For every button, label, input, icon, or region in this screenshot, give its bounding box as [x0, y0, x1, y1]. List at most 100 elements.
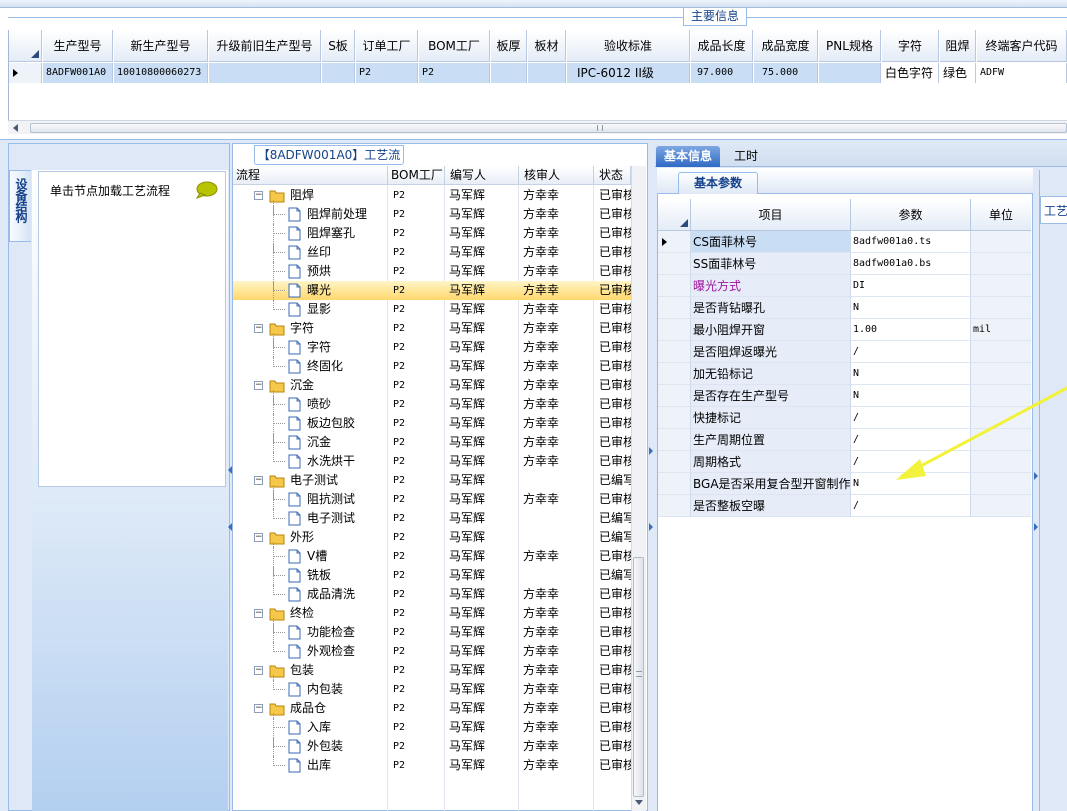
- tree-row[interactable]: 成品清洗 P2 马军辉 方幸幸 已审核: [233, 585, 631, 604]
- collapse-node-icon[interactable]: −: [254, 704, 263, 713]
- vscroll-thumb[interactable]: [633, 557, 644, 797]
- param-row-indicator[interactable]: [658, 253, 691, 275]
- col-header[interactable]: 字符: [882, 30, 939, 62]
- cell-solder-mask[interactable]: 绿色: [940, 63, 976, 83]
- tree-row[interactable]: 阻焊前处理 P2 马军辉 方幸幸 已审核: [233, 205, 631, 224]
- tree-group-row[interactable]: − 字符 P2 马军辉 方幸幸 已审核: [233, 319, 631, 338]
- collapse-node-icon[interactable]: −: [254, 381, 263, 390]
- param-row-indicator[interactable]: [658, 363, 691, 385]
- param-item[interactable]: BGA是否采用复合型开窗制作: [691, 473, 851, 495]
- col-header[interactable]: 验收标准: [567, 30, 690, 62]
- cell-order-factory[interactable]: P2: [356, 63, 418, 83]
- param-value[interactable]: /: [851, 495, 971, 517]
- col-header-bom[interactable]: BOM工厂: [388, 166, 445, 185]
- hscroll-thumb[interactable]: [30, 123, 1067, 133]
- param-value[interactable]: /: [851, 341, 971, 363]
- param-item[interactable]: 是否存在生产型号: [691, 385, 851, 407]
- param-item[interactable]: SS面菲林号: [691, 253, 851, 275]
- param-value[interactable]: N: [851, 297, 971, 319]
- col-header[interactable]: 订单工厂: [356, 30, 418, 62]
- cell-old-model[interactable]: [209, 63, 321, 83]
- col-header[interactable]: 成品长度: [691, 30, 753, 62]
- scroll-down-icon[interactable]: [635, 798, 643, 806]
- cell-s-board[interactable]: [322, 63, 355, 83]
- param-row-indicator[interactable]: [658, 275, 691, 297]
- col-header[interactable]: 阻焊: [940, 30, 976, 62]
- col-header-reviewer[interactable]: 核审人: [519, 166, 594, 185]
- param-item[interactable]: 是否阻焊返曝光: [691, 341, 851, 363]
- col-header-flow[interactable]: 流程: [233, 166, 388, 185]
- param-item[interactable]: 是否整板空曝: [691, 495, 851, 517]
- cell-length[interactable]: 97.000: [691, 63, 753, 83]
- param-row-indicator[interactable]: [658, 473, 691, 495]
- param-row-indicator[interactable]: [658, 319, 691, 341]
- tree-row[interactable]: 入库 P2 马军辉 方幸幸 已审核: [233, 718, 631, 737]
- param-row-indicator[interactable]: [658, 341, 691, 363]
- main-info-tab[interactable]: 主要信息: [683, 8, 747, 26]
- col-header[interactable]: 终端客户代码: [977, 30, 1067, 62]
- param-item[interactable]: 最小阻焊开窗: [691, 319, 851, 341]
- collapse-node-icon[interactable]: −: [254, 533, 263, 542]
- col-header[interactable]: 新生产型号: [114, 30, 208, 62]
- tree-row[interactable]: 出库 P2 马军辉 方幸幸 已审核: [233, 756, 631, 775]
- param-value[interactable]: 1.00: [851, 319, 971, 341]
- main-info-hscrollbar[interactable]: [8, 120, 1067, 134]
- tree-row[interactable]: 阻焊塞孔 P2 马军辉 方幸幸 已审核: [233, 224, 631, 243]
- col-header-writer[interactable]: 编写人: [445, 166, 519, 185]
- cell-bom-factory[interactable]: P2: [419, 63, 490, 83]
- tree-group-row[interactable]: − 电子测试 P2 马军辉 已编写: [233, 471, 631, 490]
- param-item[interactable]: 加无铅标记: [691, 363, 851, 385]
- param-value[interactable]: DI: [851, 275, 971, 297]
- tree-row[interactable]: 电子测试 P2 马军辉 已编写: [233, 509, 631, 528]
- col-header[interactable]: 成品宽度: [754, 30, 818, 62]
- tab-basic-info[interactable]: 基本信息: [656, 146, 720, 167]
- tree-group-row[interactable]: − 沉金 P2 马军辉 方幸幸 已审核: [233, 376, 631, 395]
- col-header[interactable]: BOM工厂: [419, 30, 490, 62]
- tab-basic-params[interactable]: 基本参数: [678, 172, 758, 194]
- tree-row[interactable]: 内包装 P2 马军辉 方幸幸 已审核: [233, 680, 631, 699]
- cell-customer-code[interactable]: ADFW: [977, 63, 1067, 83]
- tree-row[interactable]: 板边包胶 P2 马军辉 方幸幸 已审核: [233, 414, 631, 433]
- col-header[interactable]: PNL规格: [819, 30, 881, 62]
- collapse-node-icon[interactable]: −: [254, 191, 263, 200]
- cell-character[interactable]: 白色字符: [882, 63, 939, 83]
- tree-row[interactable]: 曝光 P2 马军辉 方幸幸 已审核: [233, 281, 631, 300]
- tree-row[interactable]: 字符 P2 马军辉 方幸幸 已审核: [233, 338, 631, 357]
- tree-row[interactable]: 铣板 P2 马军辉 已编写: [233, 566, 631, 585]
- col-header[interactable]: 升级前旧生产型号: [209, 30, 321, 62]
- param-row-indicator[interactable]: [658, 231, 691, 253]
- tree-row[interactable]: V槽 P2 马军辉 方幸幸 已审核: [233, 547, 631, 566]
- tree-row[interactable]: 丝印 P2 马军辉 方幸幸 已审核: [233, 243, 631, 262]
- tree-group-row[interactable]: − 成品仓 P2 马军辉 方幸幸 已审核: [233, 699, 631, 718]
- param-row-indicator[interactable]: [658, 429, 691, 451]
- tree-row[interactable]: 阻抗测试 P2 马军辉 方幸幸 已审核: [233, 490, 631, 509]
- col-header[interactable]: 生产型号: [43, 30, 113, 62]
- param-row-indicator[interactable]: [658, 495, 691, 517]
- tree-row[interactable]: 终固化 P2 马军辉 方幸幸 已审核: [233, 357, 631, 376]
- param-item[interactable]: 周期格式: [691, 451, 851, 473]
- param-item[interactable]: CS面菲林号: [691, 231, 851, 253]
- param-row-indicator[interactable]: [658, 407, 691, 429]
- col-header[interactable]: S板: [322, 30, 355, 62]
- param-item[interactable]: 曝光方式: [691, 275, 851, 297]
- tree-group-row[interactable]: − 包装 P2 马军辉 方幸幸 已审核: [233, 661, 631, 680]
- param-col-item[interactable]: 项目: [691, 199, 851, 231]
- cell-new-production-model[interactable]: 10010800060273: [114, 63, 208, 83]
- col-header-status[interactable]: 状态: [594, 166, 631, 185]
- tree-row[interactable]: 水洗烘干 P2 马军辉 方幸幸 已审核: [233, 452, 631, 471]
- tree-row[interactable]: 显影 P2 马军辉 方幸幸 已审核: [233, 300, 631, 319]
- param-row-indicator[interactable]: [658, 385, 691, 407]
- tree-group-row[interactable]: − 阻焊 P2 马军辉 方幸幸 已审核: [233, 186, 631, 205]
- tree-group-row[interactable]: − 外形 P2 马军辉 已编写: [233, 528, 631, 547]
- cell-acceptance-standard[interactable]: IPC-6012 II级: [567, 63, 690, 83]
- row-indicator[interactable]: [9, 63, 42, 83]
- collapse-right-icon[interactable]: [1034, 523, 1038, 531]
- param-value[interactable]: 8adfw001a0.ts: [851, 231, 971, 253]
- tree-row[interactable]: 外包装 P2 马军辉 方幸幸 已审核: [233, 737, 631, 756]
- cell-pnl-spec[interactable]: [819, 63, 881, 83]
- param-item[interactable]: 快捷标记: [691, 407, 851, 429]
- tree-row[interactable]: 预烘 P2 马军辉 方幸幸 已审核: [233, 262, 631, 281]
- col-header[interactable]: 板材: [528, 30, 566, 62]
- tree-row[interactable]: 外观检查 P2 马军辉 方幸幸 已审核: [233, 642, 631, 661]
- param-value[interactable]: 8adfw001a0.bs: [851, 253, 971, 275]
